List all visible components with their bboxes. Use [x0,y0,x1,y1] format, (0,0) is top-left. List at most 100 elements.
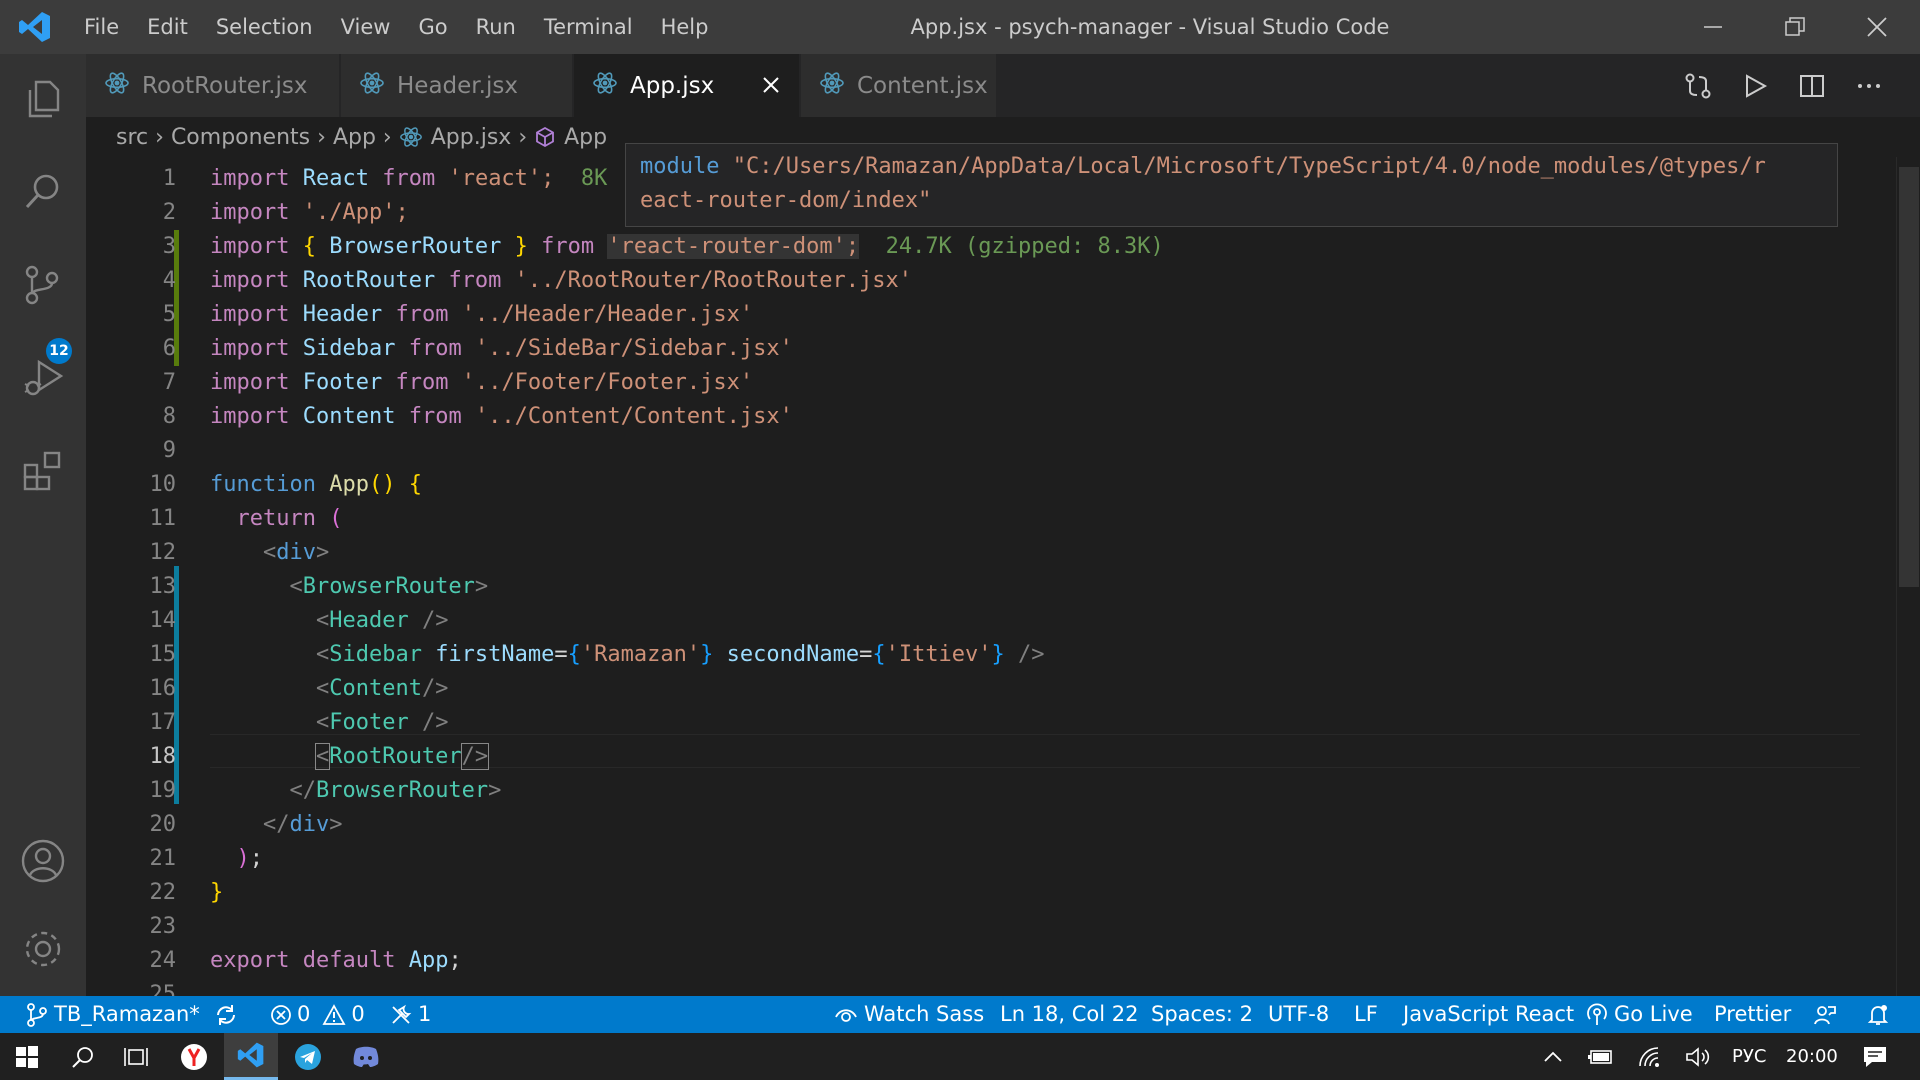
code-token: 'react'; [448,166,555,191]
vscode-taskbar-button[interactable] [224,1033,278,1080]
tab-app[interactable]: App.jsx [574,54,800,117]
accounts-button[interactable] [0,816,86,906]
run-debug-button[interactable] [0,333,86,423]
volume-button[interactable] [1678,1033,1718,1080]
input-language-indicator[interactable]: РУС [1732,1033,1766,1080]
discord-button[interactable] [338,1033,394,1080]
indentation-indicator[interactable]: Spaces: 2 [1151,996,1253,1033]
menu-go[interactable]: Go [404,0,461,54]
code-token: import [210,234,290,259]
telegram-button[interactable] [280,1033,336,1080]
branch-indicator[interactable]: TB_Ramazan* [26,996,200,1033]
code-token: < [315,676,330,701]
watch-sass-button[interactable]: Watch Sass [834,996,984,1033]
battery-button[interactable] [1580,1033,1620,1080]
code-token: App [329,472,369,497]
compare-changes-button[interactable] [1676,64,1720,108]
prettier-indicator[interactable]: Prettier [1714,996,1791,1033]
breadcrumb-item[interactable]: App.jsx [431,125,512,150]
code-token: Sidebar [329,642,422,667]
sync-button[interactable] [214,996,238,1033]
hover-path-line: eact-router-dom/index" [640,188,932,213]
code-line: 12 <div> [86,536,1920,570]
discord-icon [353,1046,379,1067]
code-token: 'react-router-dom'; [607,234,860,259]
code-token: BrowserRouter [315,778,489,803]
cursor-position[interactable]: Ln 18, Col 22 [1000,996,1139,1033]
editor-tab-bar: RootRouter.jsx Header.jsx App.jsx Conten… [86,54,1920,117]
yandex-browser-button[interactable] [166,1033,222,1080]
tab-close-button[interactable] [755,69,787,101]
menu-run[interactable]: Run [462,0,530,54]
menu-view[interactable]: View [327,0,405,54]
menu-file[interactable]: File [70,0,133,54]
more-actions-button[interactable] [1847,64,1891,108]
extensions-button[interactable] [0,426,86,516]
problems-indicator[interactable]: 0 0 [270,996,365,1033]
play-icon [1746,74,1768,98]
breadcrumb-item[interactable]: src [116,125,148,150]
tab-label: Header.jsx [397,72,518,99]
menu-edit[interactable]: Edit [133,0,202,54]
encoding-indicator[interactable]: UTF-8 [1268,996,1329,1033]
chevron-up-icon [1544,1051,1562,1062]
tab-header[interactable]: Header.jsx [341,54,573,117]
menu-selection[interactable]: Selection [202,0,327,54]
code-token: > [315,540,330,565]
network-button[interactable] [1630,1033,1670,1080]
code-token: Content [302,404,396,429]
files-icon [28,80,60,118]
hover-path-line: "C:/Users/Ramazan/AppData/Local/Microsof… [732,154,1766,179]
minimize-button[interactable] [1672,0,1754,54]
restore-button[interactable] [1754,0,1836,54]
code-token: Footer [329,710,409,735]
line-number: 11 [149,506,177,531]
code-line: 9 [86,434,1920,468]
manage-button[interactable] [0,904,86,994]
show-hidden-icons-button[interactable] [1536,1033,1570,1080]
code-line: 22} [86,876,1920,910]
react-icon [399,125,423,149]
code-line: 14 <Header /> [86,604,1920,638]
close-window-button[interactable] [1836,0,1918,54]
menu-terminal[interactable]: Terminal [530,0,647,54]
run-file-button[interactable] [1733,64,1777,108]
chevron-right-icon: › [518,124,528,150]
tab-rootrouter[interactable]: RootRouter.jsx [86,54,340,117]
code-token: RootRouter [302,268,436,293]
scrollbar-thumb[interactable] [1899,167,1919,587]
split-editor-button[interactable] [1790,64,1834,108]
eol-indicator[interactable]: LF [1354,996,1378,1033]
line-number: 19 [149,778,177,803]
task-view-button[interactable] [110,1033,164,1080]
tools-indicator[interactable]: 1 [390,996,431,1033]
feedback-button[interactable] [1813,996,1837,1033]
search-button[interactable] [0,147,86,237]
language-mode[interactable]: JavaScript React [1403,996,1574,1033]
source-control-button[interactable] [0,240,86,330]
restore-icon [1785,17,1805,36]
tab-content[interactable]: Content.jsx [801,54,997,117]
clock[interactable]: 20:00 [1786,1033,1838,1080]
breadcrumb-item[interactable]: App [564,125,607,150]
go-live-label: Go Live [1614,1002,1693,1026]
explorer-button[interactable] [0,54,86,144]
code-editor[interactable]: 1 import React from 'react'; 8K 2 import '… [86,157,1920,996]
start-button[interactable] [0,1033,54,1080]
react-icon [592,70,618,102]
breadcrumb-item[interactable]: App [333,125,376,150]
line-number: 25 [149,982,177,996]
react-icon [819,70,845,102]
editor-scrollbar[interactable] [1896,157,1920,996]
go-live-button[interactable]: Go Live [1586,996,1693,1033]
action-center-button[interactable] [1850,1033,1900,1080]
taskbar-search-button[interactable] [56,1033,110,1080]
menu-help[interactable]: Help [647,0,723,54]
code-line: 6 import Sidebar from '../SideBar/Sidebar… [86,332,1920,366]
code-token: < [262,540,277,565]
notifications-button[interactable] [1866,996,1890,1033]
telegram-icon [295,1043,321,1070]
breadcrumb-item[interactable]: Components [171,125,310,150]
activity-bar: 12 [0,54,86,996]
code-token: import [210,302,290,327]
